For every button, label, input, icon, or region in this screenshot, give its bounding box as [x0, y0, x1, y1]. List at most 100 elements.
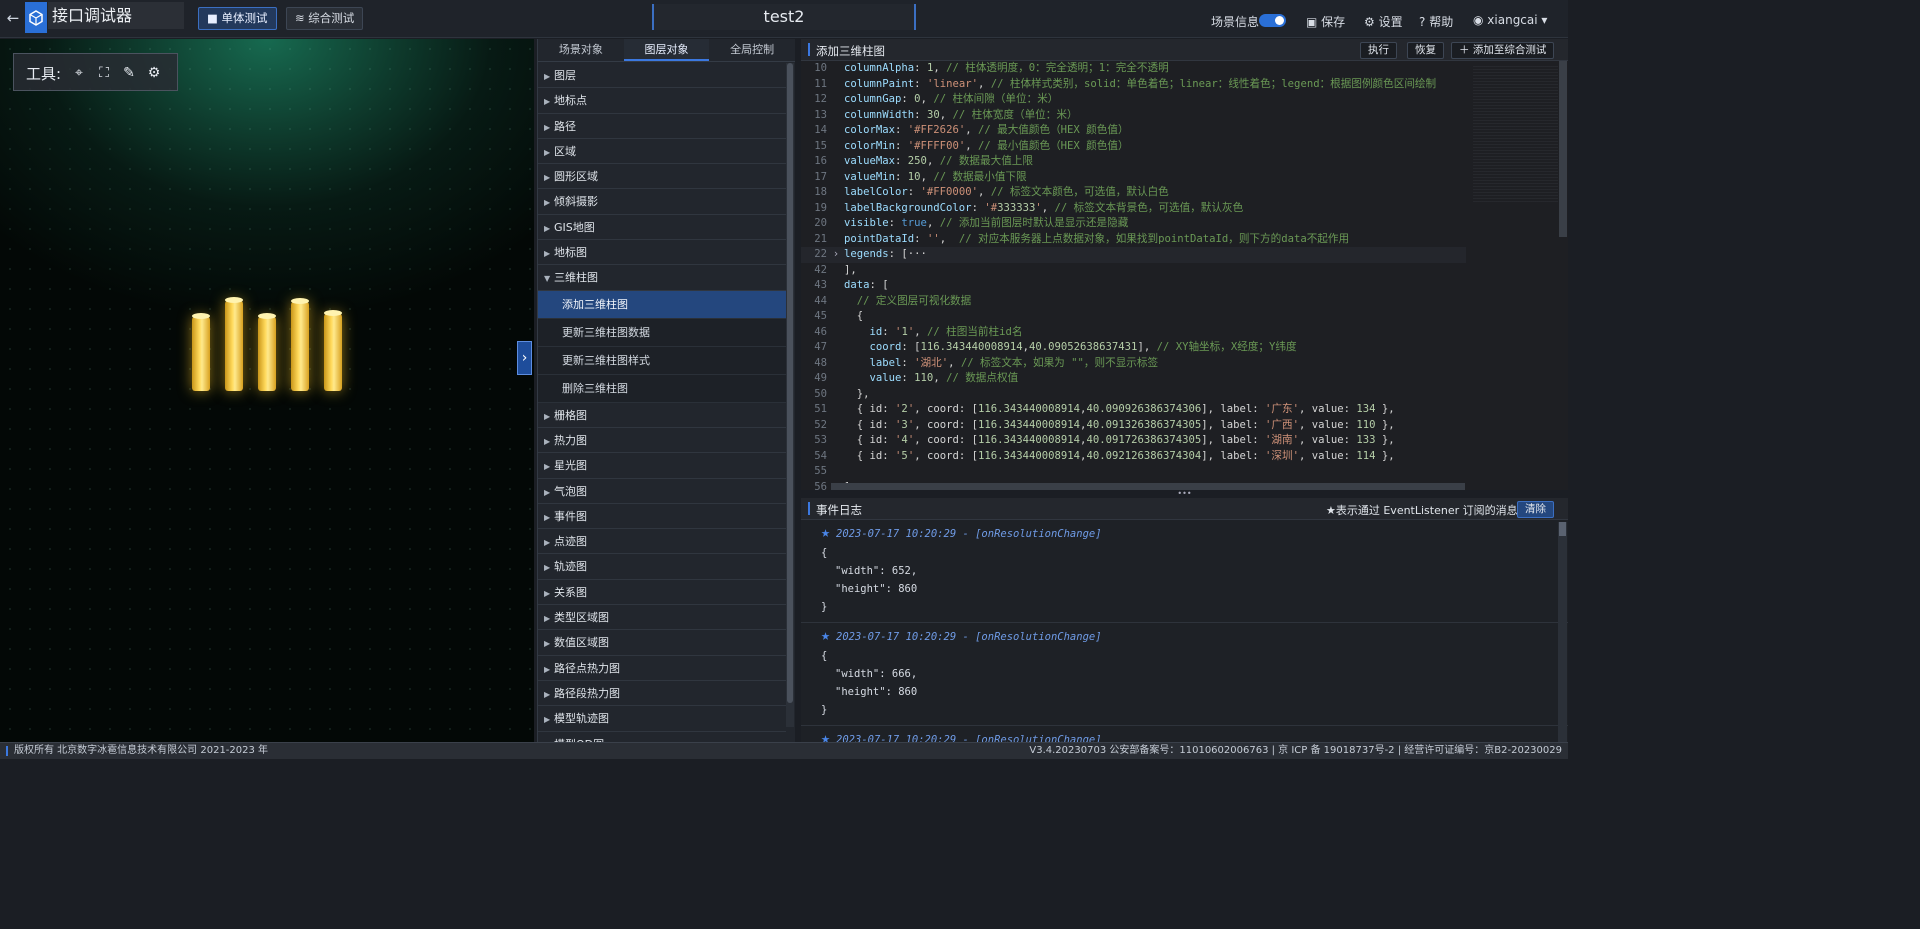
- tree-item[interactable]: ▶ 热力图: [538, 428, 786, 454]
- code-text: },: [844, 387, 870, 400]
- pen-icon[interactable]: ✎: [120, 64, 138, 82]
- screenshot-icon[interactable]: ⛶: [95, 64, 113, 82]
- tree-item[interactable]: ▶ 星光图: [538, 453, 786, 479]
- column-bar[interactable]: [258, 313, 276, 391]
- help-button[interactable]: ? 帮助: [1419, 13, 1453, 30]
- log-accent: [808, 502, 810, 515]
- tree-item-expanded[interactable]: ▼ 三维柱图: [538, 265, 786, 291]
- fold-gutter: [831, 170, 841, 186]
- clear-log-button[interactable]: 清除: [1517, 501, 1554, 518]
- tree-item[interactable]: ▶ 类型区域图: [538, 605, 786, 631]
- footer-accent: [6, 746, 8, 756]
- tree-item[interactable]: ▶ 地标图: [538, 240, 786, 266]
- location-pick-icon[interactable]: ⌖: [70, 64, 88, 82]
- save-button[interactable]: ▣ 保存: [1306, 13, 1345, 30]
- gear-icon[interactable]: ⚙: [145, 64, 163, 82]
- layer-tree: ▶ 图层 ▶ 地标点 ▶ 路径 ▶ 区域 ▶ 圆形区域 ▶ 倾斜摄影 ▶ GIS地图 ▶ 地标图 ▼ 三维柱图 添加…: [538, 63, 786, 757]
- help-label: 帮助: [1429, 15, 1454, 29]
- tree-item[interactable]: ▶ 地标点: [538, 88, 786, 114]
- code-minimap[interactable]: [1473, 64, 1558, 204]
- tree-item[interactable]: ▶ 气泡图: [538, 479, 786, 504]
- tab-layer-objects[interactable]: 图层对象: [623, 39, 710, 61]
- tree-item[interactable]: ▶ 区域: [538, 139, 786, 165]
- tree-item[interactable]: ▶ 图层: [538, 63, 786, 89]
- tree-item[interactable]: ▶ 关系图: [538, 580, 786, 606]
- tree-item[interactable]: ▶ 路径段热力图: [538, 681, 786, 707]
- reset-button[interactable]: 恢复: [1407, 42, 1444, 59]
- tree-item[interactable]: ▶ 圆形区域: [538, 164, 786, 190]
- tree-item-label: 路径点热力图: [554, 661, 620, 675]
- fold-gutter: [831, 325, 841, 341]
- line-number: 50: [814, 387, 827, 400]
- line-number: 12: [814, 93, 827, 105]
- caret-right-icon: ▶: [544, 512, 551, 522]
- tree-item[interactable]: ▶ 轨迹图: [538, 554, 786, 580]
- fold-gutter: [831, 185, 841, 201]
- log-scroll-thumb[interactable]: [1559, 522, 1566, 536]
- code-text: coord: [116.343440008914,40.090526386374…: [869, 341, 1297, 353]
- code-line: 12 columnGap: 0, // 柱体间隙（单位：米）: [801, 92, 1466, 108]
- toolbox: 工具: ⌖ ⛶ ✎ ⚙: [13, 53, 178, 91]
- code-area[interactable]: 10 columnAlpha: 1, // 柱体透明度，0：完全透明；1：完全不透…: [801, 61, 1466, 491]
- tree-item[interactable]: ▶ 栅格图: [538, 403, 786, 428]
- collapse-panel-button[interactable]: ›: [517, 341, 532, 375]
- code-line: 13 columnWidth: 30, // 柱体宽度（单位：米）: [801, 108, 1466, 124]
- tree-item[interactable]: ▶ GIS地图: [538, 215, 786, 241]
- tab-scene-objects[interactable]: 场景对象: [538, 39, 624, 61]
- code-text: value: 110, // 数据点权值: [869, 372, 1019, 384]
- json-brace: }: [821, 601, 828, 613]
- fold-gutter: [831, 77, 841, 93]
- caret-right-icon: ▶: [544, 198, 551, 208]
- line-number: 48: [814, 356, 827, 369]
- tree-item-label: 关系图: [554, 585, 587, 599]
- tree-subitem[interactable]: 删除三维柱图: [538, 374, 786, 403]
- user-icon: ◉: [1473, 13, 1488, 27]
- caret-right-icon: ▶: [544, 147, 551, 157]
- code-line: 19 labelBackgroundColor: '#333333', // 标签…: [801, 201, 1466, 217]
- editor-scrollbar[interactable]: [1559, 61, 1567, 237]
- tool-label: 工具:: [26, 65, 62, 83]
- tree-subitem[interactable]: 更新三维柱图数据: [538, 318, 786, 347]
- tree-item[interactable]: ▶ 路径点热力图: [538, 656, 786, 681]
- tree-item[interactable]: ▶ 模型轨迹图: [538, 706, 786, 732]
- tree-item[interactable]: ▶ 路径: [538, 114, 786, 139]
- tree-item[interactable]: ▶ 点迹图: [538, 529, 786, 555]
- tab-global-control[interactable]: 全局控制: [709, 39, 795, 61]
- code-text: ],: [844, 263, 857, 276]
- code-line: 52 { id: '3', coord: [116.343440008914,4…: [801, 418, 1466, 434]
- user-name: xiangcai: [1487, 13, 1538, 27]
- editor-h-scrollbar[interactable]: [831, 483, 1465, 490]
- panel-splitter[interactable]: •••: [801, 490, 1568, 498]
- fold-gutter: [831, 433, 841, 449]
- user-menu[interactable]: ◉ xiangcai ▾: [1473, 13, 1547, 27]
- tree-item[interactable]: ▶ 事件图: [538, 504, 786, 530]
- back-arrow-icon[interactable]: ←: [4, 9, 22, 27]
- code-text: legends: [···: [844, 248, 927, 260]
- single-test-label: 单体测试: [221, 11, 268, 25]
- code-line: 10 columnAlpha: 1, // 柱体透明度，0：完全透明；1：完全不透…: [801, 61, 1466, 77]
- tree-scroll-thumb[interactable]: [787, 63, 793, 703]
- line-number: 13: [814, 108, 827, 121]
- run-button[interactable]: 执行: [1360, 42, 1397, 59]
- tree-subitem[interactable]: 更新三维柱图样式: [538, 346, 786, 375]
- tree-item[interactable]: ▶ 倾斜摄影: [538, 189, 786, 215]
- object-panel: 场景对象 图层对象 全局控制 ▶ 图层 ▶ 地标点 ▶ 路径 ▶ 区域 ▶ 圆形区域 ▶ 倾斜摄影 ▶ G…: [537, 39, 795, 757]
- column-bar[interactable]: [192, 313, 210, 391]
- tree-subitem[interactable]: 添加三维柱图: [538, 290, 786, 319]
- 3d-viewport[interactable]: 工具: ⌖ ⛶ ✎ ⚙ ›: [0, 39, 534, 742]
- settings-label: 设置: [1378, 15, 1403, 29]
- log-scrollbar[interactable]: [1558, 522, 1567, 742]
- code-line: 21 pointDataId: '', // 对应本服务器上点数据对象，如果找到p…: [801, 232, 1466, 248]
- scene-info-toggle[interactable]: [1259, 14, 1286, 27]
- copyright-text: 版权所有 北京数字冰雹信息技术有限公司 2021-2023 年: [14, 745, 269, 756]
- column-bar[interactable]: [291, 297, 309, 391]
- single-test-button[interactable]: ■ 单体测试: [198, 7, 277, 30]
- add-to-combined-button[interactable]: ＋ 添加至综合测试: [1451, 42, 1555, 59]
- column-bar[interactable]: [225, 296, 243, 391]
- fold-chevron-icon[interactable]: ›: [831, 247, 841, 263]
- tree-item[interactable]: ▶ 数值区域图: [538, 630, 786, 656]
- tree-scrollbar[interactable]: [786, 63, 794, 727]
- combined-test-button[interactable]: ≋ 综合测试: [286, 7, 364, 30]
- column-bar[interactable]: [324, 310, 342, 391]
- settings-button[interactable]: ⚙ 设置: [1364, 13, 1403, 30]
